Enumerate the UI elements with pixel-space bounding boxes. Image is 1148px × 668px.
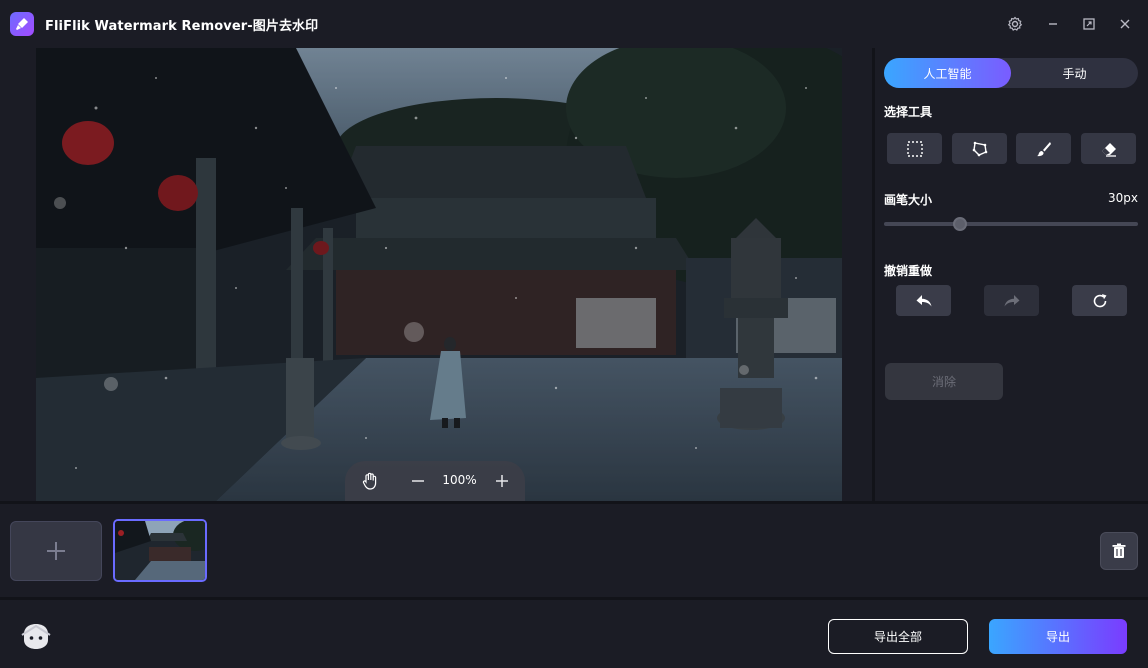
bottom-bar: 导出全部 导出 (0, 597, 1148, 668)
trash-icon (1112, 543, 1126, 558)
eraser-icon (1101, 142, 1116, 157)
zoom-in-icon[interactable] (491, 470, 513, 492)
image-strip (0, 501, 1148, 597)
brush-size-value: 30px (1108, 191, 1138, 205)
brush-size-slider-handle[interactable] (953, 217, 968, 231)
zoom-out-icon[interactable] (407, 470, 429, 492)
zoom-bar: 100% (345, 461, 525, 501)
title-bar: FliFlik Watermark Remover-图片去水印 (0, 0, 1148, 48)
reset-button[interactable] (1072, 285, 1127, 316)
brush-size-slider[interactable] (884, 222, 1138, 226)
close-icon[interactable] (1113, 12, 1137, 36)
image-thumbnail[interactable] (113, 519, 207, 582)
hand-pan-icon[interactable] (359, 470, 381, 492)
brush-button[interactable] (1016, 133, 1071, 164)
redo-button[interactable] (984, 285, 1039, 316)
add-image-button[interactable] (10, 521, 102, 581)
app-logo-icon (10, 12, 34, 36)
rect-select-button[interactable] (887, 133, 942, 164)
brush-size-label: 画笔大小 (884, 193, 933, 207)
select-tool-label: 选择工具 (884, 105, 933, 119)
tab-manual-mode[interactable]: 手动 (1011, 58, 1138, 88)
maximize-icon[interactable] (1077, 12, 1101, 36)
zoom-level: 100% (442, 473, 477, 487)
delete-button[interactable] (1100, 532, 1138, 570)
app-title: FliFlik Watermark Remover-图片去水印 (45, 19, 319, 34)
clear-button[interactable]: 消除 (885, 363, 1003, 400)
minimize-icon[interactable] (1041, 12, 1065, 36)
preview-image[interactable] (36, 48, 842, 501)
settings-icon[interactable] (1003, 12, 1027, 36)
export-button[interactable]: 导出 (989, 619, 1127, 654)
tab-ai-mode[interactable]: 人工智能 (884, 58, 1011, 88)
undo-redo-label: 撤销重做 (884, 264, 933, 278)
undo-icon (916, 294, 931, 306)
lasso-icon (972, 141, 987, 156)
export-all-button[interactable]: 导出全部 (828, 619, 968, 654)
brush-icon (1036, 141, 1051, 156)
eraser-button[interactable] (1081, 133, 1136, 164)
redo-icon (1004, 294, 1019, 306)
mascot-icon[interactable] (18, 618, 54, 654)
lasso-select-button[interactable] (952, 133, 1007, 164)
rect-select-icon (906, 140, 923, 157)
refresh-icon (1093, 293, 1106, 307)
tool-panel: 人工智能 手动 选择工具 画笔大小 30px 撤销重做 消除 (872, 48, 1148, 501)
undo-button[interactable] (896, 285, 951, 316)
plus-icon (47, 542, 65, 560)
mode-toggle: 人工智能 手动 (884, 58, 1138, 88)
canvas-area[interactable]: 100% (0, 48, 872, 501)
